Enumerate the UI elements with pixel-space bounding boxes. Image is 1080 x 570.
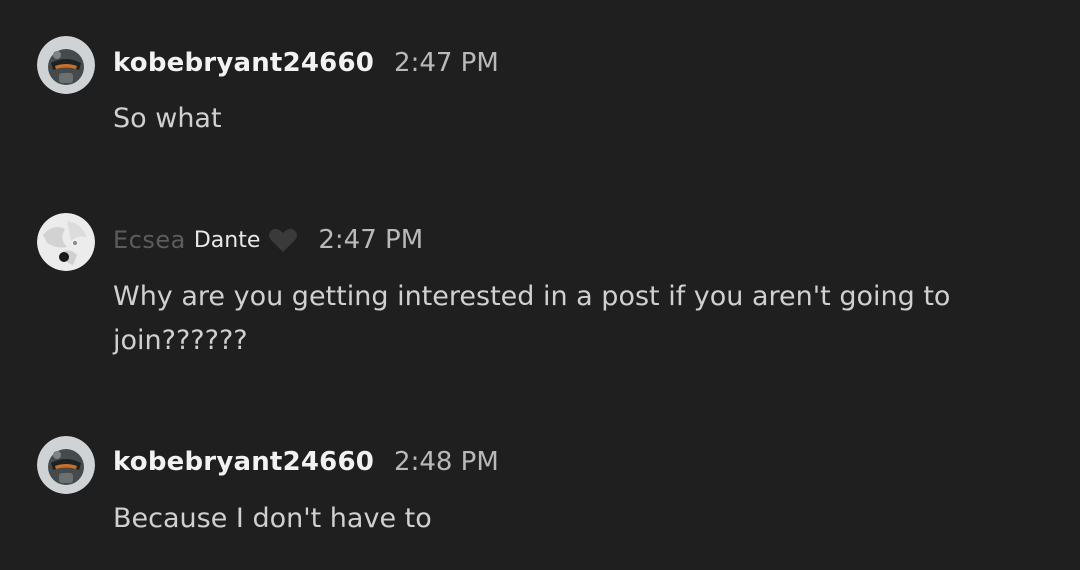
user-avatar[interactable] <box>37 213 95 271</box>
username-part1[interactable]: Ecsea <box>113 226 186 254</box>
timestamp: 2:48 PM <box>394 447 499 477</box>
user-avatar[interactable] <box>37 436 95 494</box>
timestamp: 2:47 PM <box>394 48 499 78</box>
message-text: Because I don't have to <box>113 503 432 534</box>
message-header: kobebryant24660 2:48 PM <box>113 442 499 482</box>
message-text: So what <box>113 103 222 134</box>
black-heart-icon <box>268 227 298 253</box>
username[interactable]: kobebryant24660 <box>113 48 374 78</box>
username-part2[interactable]: Dante <box>194 228 261 253</box>
message-text: Why are you getting interested in a post… <box>113 281 951 356</box>
armored-helmet-avatar-icon <box>37 436 95 494</box>
username[interactable]: kobebryant24660 <box>113 447 374 477</box>
user-avatar[interactable] <box>37 36 95 94</box>
white-character-avatar-icon <box>37 213 95 271</box>
timestamp: 2:47 PM <box>318 225 424 255</box>
message-header: Ecsea Dante 2:47 PM <box>113 220 423 260</box>
armored-helmet-avatar-icon <box>37 36 95 94</box>
message-header: kobebryant24660 2:47 PM <box>113 43 499 83</box>
